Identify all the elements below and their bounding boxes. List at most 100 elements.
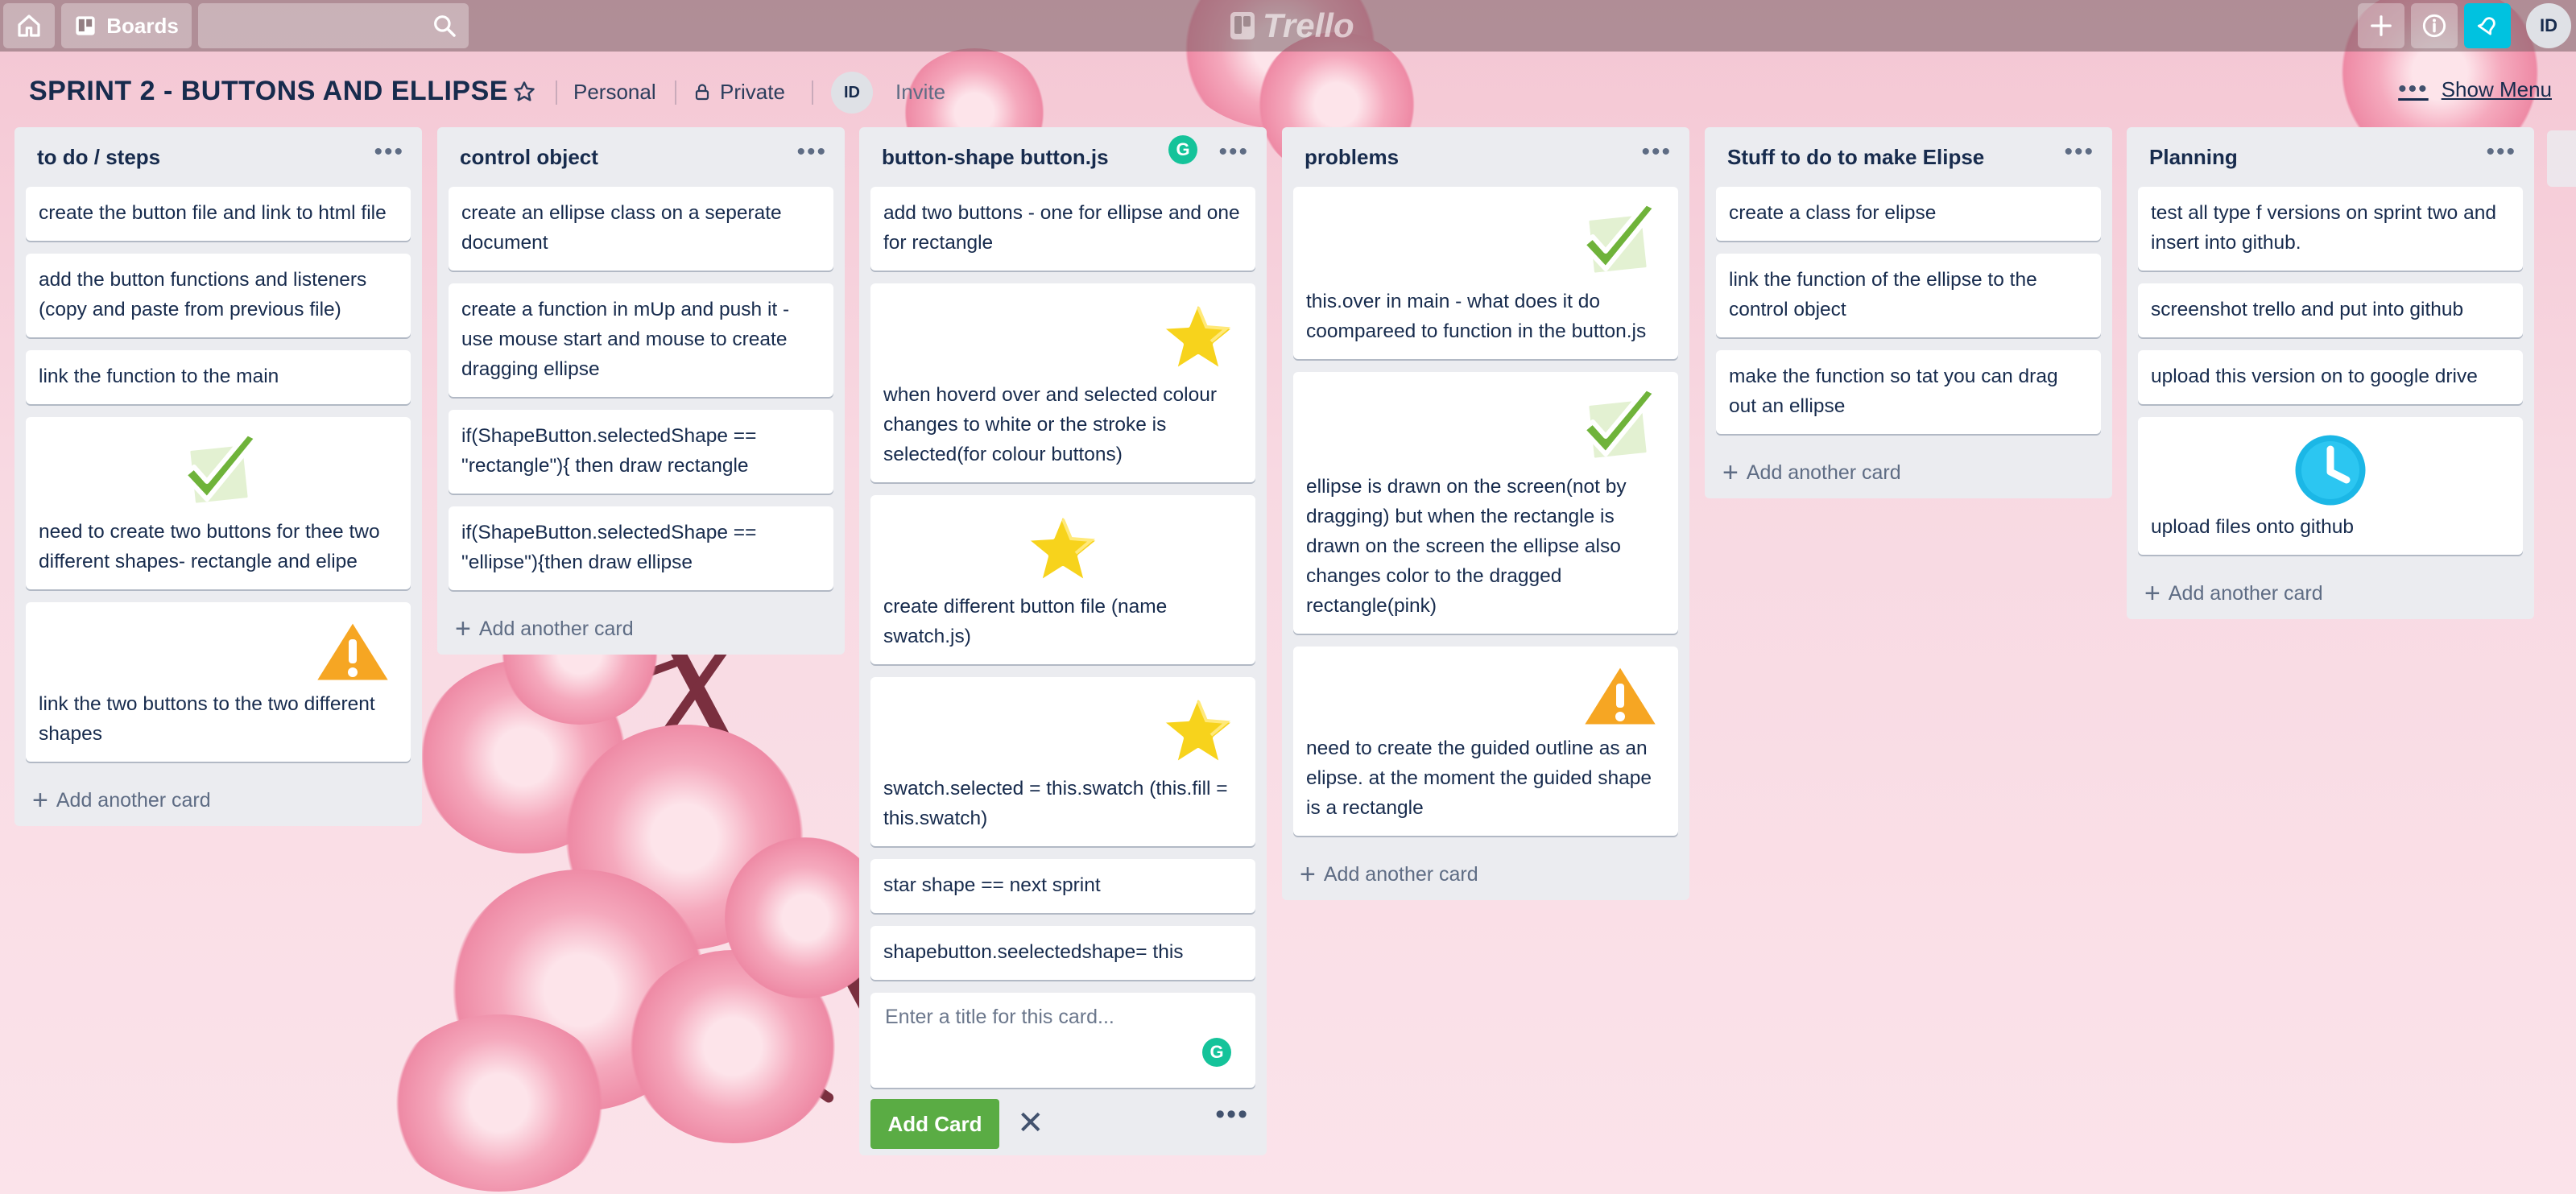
star-sticker-icon [883,506,1243,592]
card[interactable]: swatch.selected = this.swatch (this.fill… [870,677,1255,846]
card[interactable]: link the two buttons to the two differen… [26,602,411,762]
card-list: this.over in main - what does it do coom… [1282,187,1689,836]
card[interactable]: make the function so tat you can drag ou… [1716,350,2101,434]
star-button[interactable] [512,74,536,109]
grammarly-icon[interactable]: G [1168,135,1197,164]
invite-button[interactable]: Invite [895,74,945,109]
warning-sticker-icon [39,614,398,689]
card-title: upload files onto github [2151,516,2354,538]
card-title: create a function in mUp and push it - u… [461,299,790,380]
list-header[interactable]: problems ••• [1282,127,1689,187]
card[interactable]: shapebutton.seelectedshape= this [870,926,1255,980]
card-title: create an ellipse class on a seperate do… [461,202,782,254]
close-icon[interactable]: ✕ [1017,1105,1044,1141]
search-icon[interactable] [432,13,457,39]
add-another-card-label: Add another card [56,788,211,812]
top-navigation-bar: Boards Trello ID [0,0,2576,52]
board-title[interactable]: SPRINT 2 - BUTTONS AND ELLIPSE [29,76,508,107]
list-title[interactable]: Planning [2149,145,2238,170]
list-title[interactable]: button-shape button.js [882,145,1109,170]
list-header[interactable]: Stuff to do to make Elipse ••• [1705,127,2112,187]
card[interactable]: create a class for elipse [1716,187,2101,241]
list-title[interactable]: control object [460,145,598,170]
add-another-card-button[interactable]: + Add another card [14,775,422,826]
list-title[interactable]: Stuff to do to make Elipse [1727,145,1984,170]
new-card-composer: G [870,993,1255,1088]
add-another-card-label: Add another card [2168,581,2323,605]
card[interactable]: need to create the guided outline as an … [1293,647,1678,836]
card[interactable]: add the button functions and listeners (… [26,254,411,337]
search-input[interactable] [198,3,469,48]
card[interactable]: need to create two buttons for thee two … [26,417,411,589]
list-menu-button[interactable]: ••• [374,138,404,166]
notifications-button[interactable] [2464,3,2511,48]
list-header[interactable]: to do / steps ••• [14,127,422,187]
card[interactable]: create an ellipse class on a seperate do… [449,187,833,271]
add-another-card-label: Add another card [1323,862,1478,886]
header-divider [675,81,676,105]
card[interactable]: test all type f versions on sprint two a… [2138,187,2523,271]
card-title: create the button file and link to html … [39,202,387,224]
list-title[interactable]: problems [1305,145,1399,170]
header-divider [812,81,813,105]
card[interactable]: if(ShapeButton.selectedShape == "rectang… [449,410,833,494]
trello-logo[interactable]: Trello [1230,6,1354,45]
list: to do / steps ••• create the button file a… [14,127,422,826]
card[interactable]: upload files onto github [2138,417,2523,555]
trello-logo-text: Trello [1263,6,1354,44]
add-another-card-label: Add another card [1746,461,1901,484]
list-title[interactable]: to do / steps [37,145,160,170]
new-card-title-input[interactable] [883,1004,1239,1064]
card-list: test all type f versions on sprint two a… [2127,187,2534,555]
card-title: test all type f versions on sprint two a… [2151,202,2496,254]
card[interactable]: ellipse is drawn on the screen(not by dr… [1293,372,1678,634]
invite-label: Invite [895,79,946,104]
boards-button[interactable]: Boards [61,3,192,48]
add-another-card-button[interactable]: + Add another card [2127,568,2534,619]
add-another-card-button[interactable]: + Add another card [437,603,845,655]
card[interactable]: add two buttons - one for ellipse and on… [870,187,1255,271]
card[interactable]: this.over in main - what does it do coom… [1293,187,1678,359]
card-title: add two buttons - one for ellipse and on… [883,202,1240,254]
add-another-card-button[interactable]: + Add another card [1705,447,2112,498]
home-button[interactable] [3,3,55,48]
visibility-button[interactable]: Private [693,74,785,109]
list-header[interactable]: Planning ••• [2127,127,2534,187]
card[interactable]: when hoverd over and selected colour cha… [870,283,1255,482]
card-title: link the function to the main [39,366,279,387]
card-title: create different button file (name swatc… [883,596,1168,647]
list: button-shape button.js G ••• add two button… [859,127,1267,1155]
card[interactable]: link the function of the ellipse to the … [1716,254,2101,337]
add-another-card-button[interactable]: + Add another card [1282,849,1689,900]
card[interactable]: if(ShapeButton.selectedShape == "ellipse… [449,506,833,590]
user-avatar[interactable]: ID [2526,3,2571,48]
card[interactable]: link the function to the main [26,350,411,404]
list-menu-button[interactable]: ••• [1218,138,1249,166]
list-menu-button[interactable]: ••• [796,138,827,166]
trello-logo-icon [1230,12,1255,39]
create-button[interactable] [2358,3,2404,48]
list-menu-button[interactable]: ••• [2064,138,2094,166]
card[interactable]: create a function in mUp and push it - u… [449,283,833,397]
grammarly-icon[interactable]: G [1202,1038,1231,1067]
show-menu-button[interactable]: ••• Show Menu [2398,76,2552,103]
list-header[interactable]: control object ••• [437,127,845,187]
more-options-button[interactable]: ••• [1215,1099,1249,1130]
card[interactable]: create different button file (name swatc… [870,495,1255,664]
card[interactable]: screenshot trello and put into github [2138,283,2523,337]
team-button[interactable]: Personal [573,74,656,109]
lock-icon [695,84,709,101]
star-sticker-icon [883,295,1243,380]
warning-sticker-icon [1306,658,1665,733]
board-member-avatar[interactable]: ID [831,72,873,114]
card[interactable]: create the button file and link to html … [26,187,411,241]
list-header[interactable]: button-shape button.js G ••• [859,127,1267,187]
card-list: create the button file and link to html … [14,187,422,762]
info-button[interactable] [2411,3,2458,48]
list-menu-button[interactable]: ••• [1641,138,1672,166]
card[interactable]: star shape == next sprint [870,859,1255,913]
card[interactable]: upload this version on to google drive [2138,350,2523,404]
list-menu-button[interactable]: ••• [2486,138,2516,166]
add-card-button[interactable]: Add Card [870,1099,999,1149]
boards-label: Boards [106,13,179,38]
